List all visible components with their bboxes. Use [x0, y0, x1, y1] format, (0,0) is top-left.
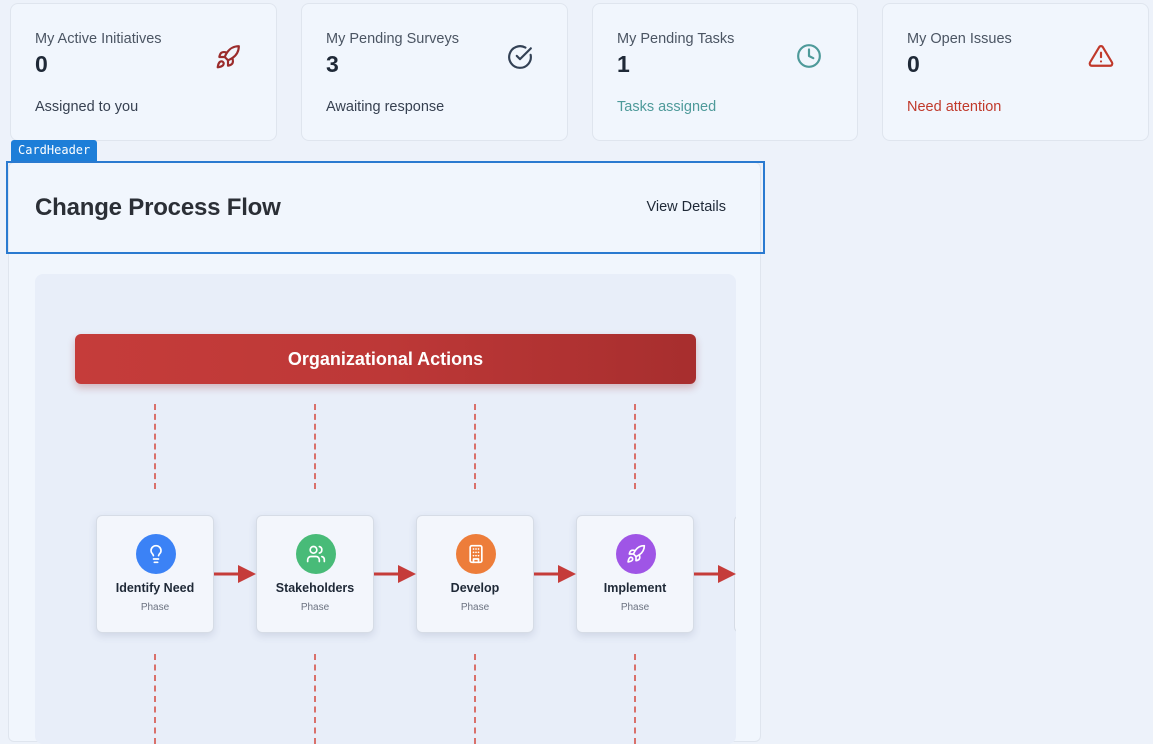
- phase-subtitle: Phase: [460, 602, 490, 613]
- stat-subtitle: Awaiting response: [326, 99, 445, 115]
- phase-subtitle: Phase: [620, 602, 650, 613]
- phase-card-develop[interactable]: Develop Phase: [416, 515, 534, 633]
- rocket-icon: [626, 544, 646, 564]
- phase-name: Identify Need: [115, 581, 195, 595]
- users-icon: [306, 544, 326, 564]
- card-header: Change Process Flow View Details: [6, 161, 765, 254]
- stat-subtitle: Tasks assigned: [617, 99, 717, 115]
- phase-icon-badge: [616, 534, 656, 574]
- stat-card-open-issues[interactable]: My Open Issues 0 Need attention: [882, 3, 1149, 141]
- stat-subtitle: Assigned to you: [35, 99, 139, 115]
- building-icon: [466, 544, 486, 564]
- phase-icon-badge: [296, 534, 336, 574]
- flow-arrow: [214, 563, 256, 585]
- phase-subtitle: Phase: [140, 602, 170, 613]
- phase-icon-badge: [136, 534, 176, 574]
- view-details-button[interactable]: View Details: [646, 199, 726, 215]
- phase-name: Stakeholders: [275, 581, 355, 595]
- clock-icon: [796, 43, 822, 69]
- flow-arrow: [694, 563, 736, 585]
- connector-line: [474, 404, 476, 489]
- process-flow-diagram: Organizational Actions Identify Need Pha…: [35, 274, 736, 744]
- component-debug-tag: CardHeader: [11, 140, 98, 161]
- phase-name: Implement: [603, 581, 667, 595]
- flow-arrow: [534, 563, 576, 585]
- phase-card-identify-need[interactable]: Identify Need Phase: [96, 515, 214, 633]
- organizational-actions-banner: Organizational Actions: [75, 334, 696, 384]
- lightbulb-icon: [146, 544, 166, 564]
- phase-subtitle: Phase: [300, 602, 330, 613]
- phase-icon-badge: [456, 534, 496, 574]
- stat-card-pending-surveys[interactable]: My Pending Surveys 3 Awaiting response: [301, 3, 568, 141]
- connector-line: [154, 404, 156, 489]
- phase-name: Develop: [450, 581, 500, 595]
- rocket-icon: [215, 44, 241, 70]
- check-circle-icon: [507, 44, 533, 70]
- card-title: Change Process Flow: [35, 194, 281, 221]
- connector-line: [634, 404, 636, 489]
- stat-card-active-initiatives[interactable]: My Active Initiatives 0 Assigned to you: [10, 3, 277, 141]
- stat-card-pending-tasks[interactable]: My Pending Tasks 1 Tasks assigned: [592, 3, 858, 141]
- flow-arrow: [374, 563, 416, 585]
- phase-card-implement[interactable]: Implement Phase: [576, 515, 694, 633]
- connector-line: [314, 404, 316, 489]
- phase-card-stakeholders[interactable]: Stakeholders Phase: [256, 515, 374, 633]
- stat-subtitle: Need attention: [907, 99, 1002, 115]
- alert-triangle-icon: [1088, 43, 1114, 69]
